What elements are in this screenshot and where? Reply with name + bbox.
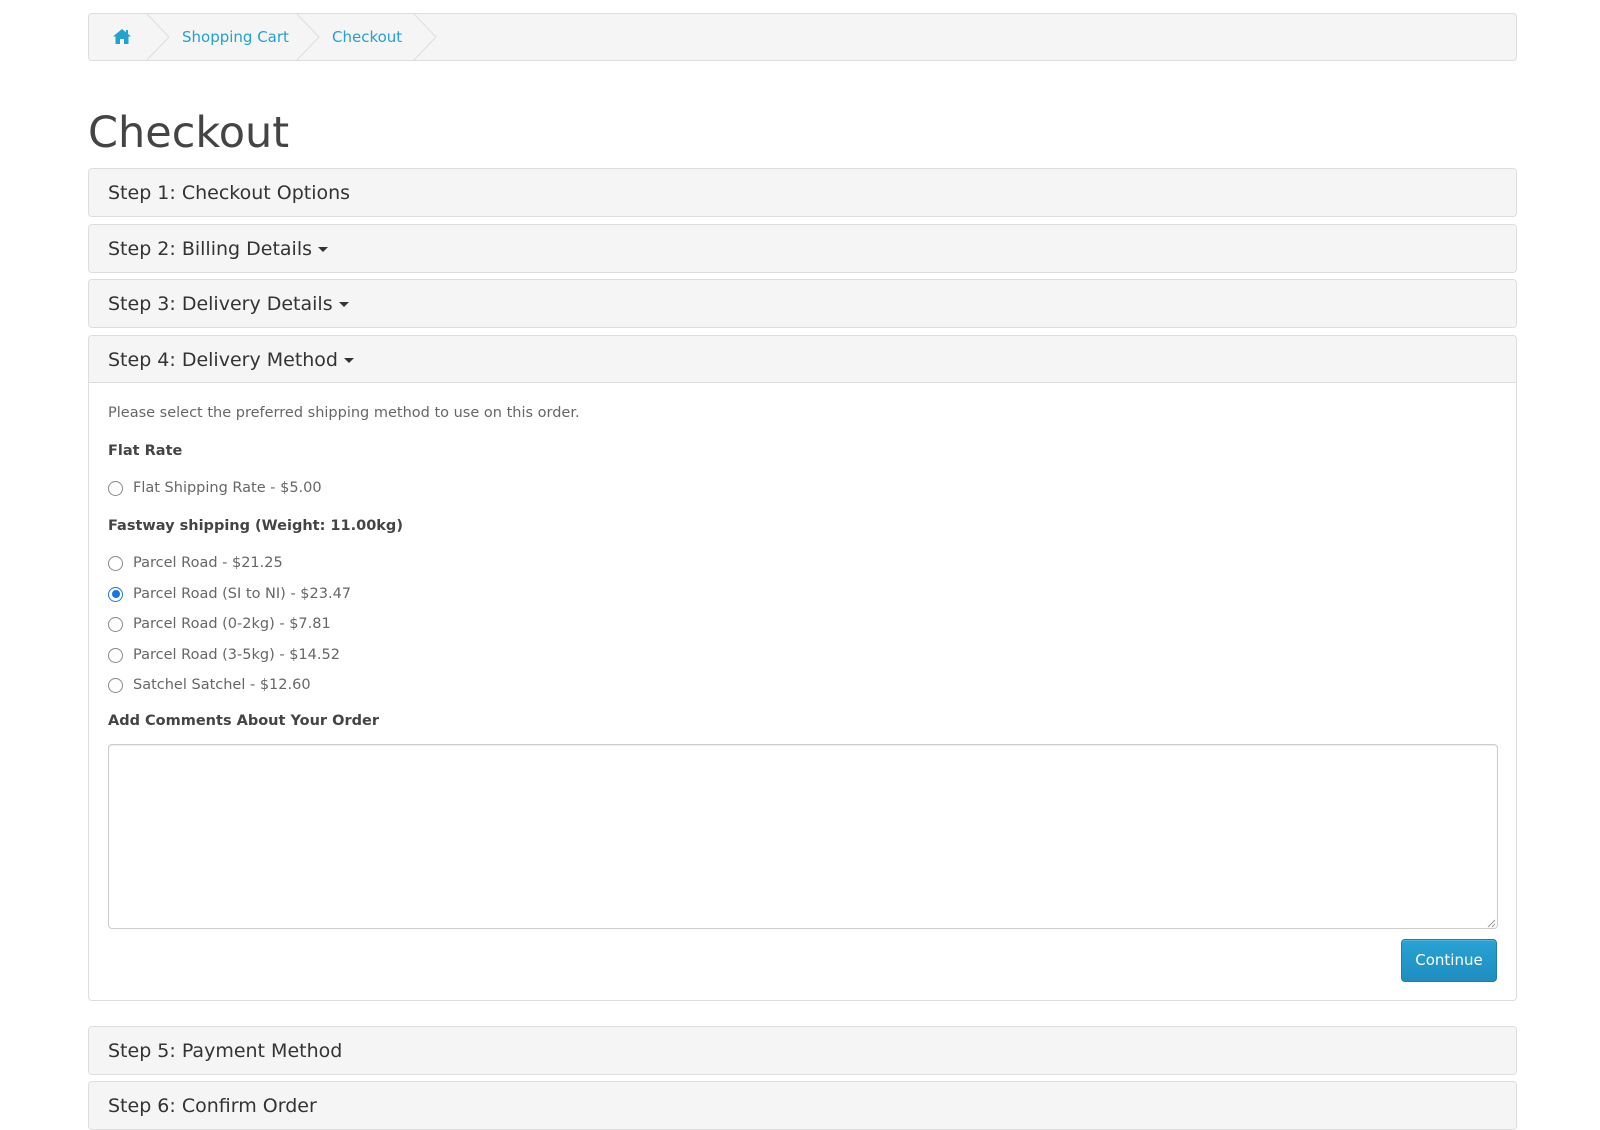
step-1-panel: Step 1: Checkout Options: [88, 168, 1517, 217]
shipping-option-parcel-road-3-5kg[interactable]: Parcel Road (3-5kg) - $14.52: [108, 644, 340, 666]
breadcrumb-item-checkout[interactable]: Checkout: [332, 14, 402, 60]
shipping-option-satchel[interactable]: Satchel Satchel - $12.60: [108, 674, 311, 696]
delivery-intro-text: Please select the preferred shipping met…: [108, 405, 580, 421]
breadcrumb-item-shopping-cart[interactable]: Shopping Cart: [182, 14, 289, 60]
step-3-panel: Step 3: Delivery Details: [88, 279, 1517, 328]
shipping-option-parcel-road-0-2kg[interactable]: Parcel Road (0-2kg) - $7.81: [108, 613, 331, 635]
breadcrumb: Shopping Cart Checkout: [88, 13, 1517, 61]
radio-button[interactable]: [108, 555, 123, 571]
breadcrumb-separator: [413, 14, 437, 60]
flat-rate-label: Flat Rate: [108, 443, 183, 459]
shipping-option-label: Flat Shipping Rate - $5.00: [133, 480, 322, 496]
shipping-option-parcel-road[interactable]: Parcel Road - $21.25: [108, 552, 283, 574]
caret-down-icon: [318, 247, 328, 252]
step-3-title: Step 3: Delivery Details: [108, 293, 333, 315]
home-icon[interactable]: [113, 14, 135, 60]
radio-button-selected[interactable]: [108, 586, 123, 602]
step-1-title: Step 1: Checkout Options: [108, 182, 351, 204]
shipping-option-label: Parcel Road (SI to NI) - $23.47: [133, 586, 352, 602]
step-2-title: Step 2: Billing Details: [108, 238, 312, 260]
comments-label: Add Comments About Your Order: [108, 713, 379, 729]
step-4-panel: Step 4: Delivery Method Please select th…: [88, 335, 1517, 1001]
comments-textarea[interactable]: [108, 744, 1498, 929]
step-1-heading[interactable]: Step 1: Checkout Options: [89, 169, 1516, 216]
step-2-heading[interactable]: Step 2: Billing Details: [89, 225, 1516, 272]
step-5-title: Step 5: Payment Method: [108, 1040, 343, 1062]
step-5-heading[interactable]: Step 5: Payment Method: [89, 1027, 1516, 1074]
radio-button[interactable]: [108, 677, 123, 693]
step-5-panel: Step 5: Payment Method: [88, 1026, 1517, 1075]
step-4-title: Step 4: Delivery Method: [108, 349, 338, 371]
continue-button[interactable]: Continue: [1401, 939, 1497, 982]
fastway-shipping-label: Fastway shipping (Weight: 11.00kg): [108, 518, 403, 534]
caret-down-icon: [338, 302, 349, 307]
caret-down-icon: [344, 358, 354, 363]
delivery-method-body: Please select the preferred shipping met…: [89, 383, 1516, 1000]
step-3-heading[interactable]: Step 3: Delivery Details: [89, 280, 1516, 327]
radio-button[interactable]: [108, 647, 123, 663]
step-6-heading[interactable]: Step 6: Confirm Order: [89, 1082, 1516, 1129]
radio-button[interactable]: [108, 616, 123, 632]
shipping-option-label: Satchel Satchel - $12.60: [133, 677, 311, 693]
shipping-option-label: Parcel Road (0-2kg) - $7.81: [133, 616, 331, 632]
shipping-option-label: Parcel Road (3-5kg) - $14.52: [133, 647, 340, 663]
step-4-heading[interactable]: Step 4: Delivery Method: [89, 336, 1516, 383]
step-6-title: Step 6: Confirm Order: [108, 1095, 317, 1117]
page-title: Checkout: [88, 108, 290, 158]
step-2-panel: Step 2: Billing Details: [88, 224, 1517, 273]
shipping-option-label: Parcel Road - $21.25: [133, 555, 283, 571]
radio-button[interactable]: [108, 480, 123, 496]
shipping-option-parcel-road-si-ni[interactable]: Parcel Road (SI to NI) - $23.47: [108, 583, 351, 605]
breadcrumb-separator: [296, 14, 320, 60]
step-6-panel: Step 6: Confirm Order: [88, 1081, 1517, 1130]
breadcrumb-separator: [146, 14, 170, 60]
shipping-option-flat-rate[interactable]: Flat Shipping Rate - $5.00: [108, 477, 322, 499]
resize-grip-icon[interactable]: [1486, 918, 1496, 928]
